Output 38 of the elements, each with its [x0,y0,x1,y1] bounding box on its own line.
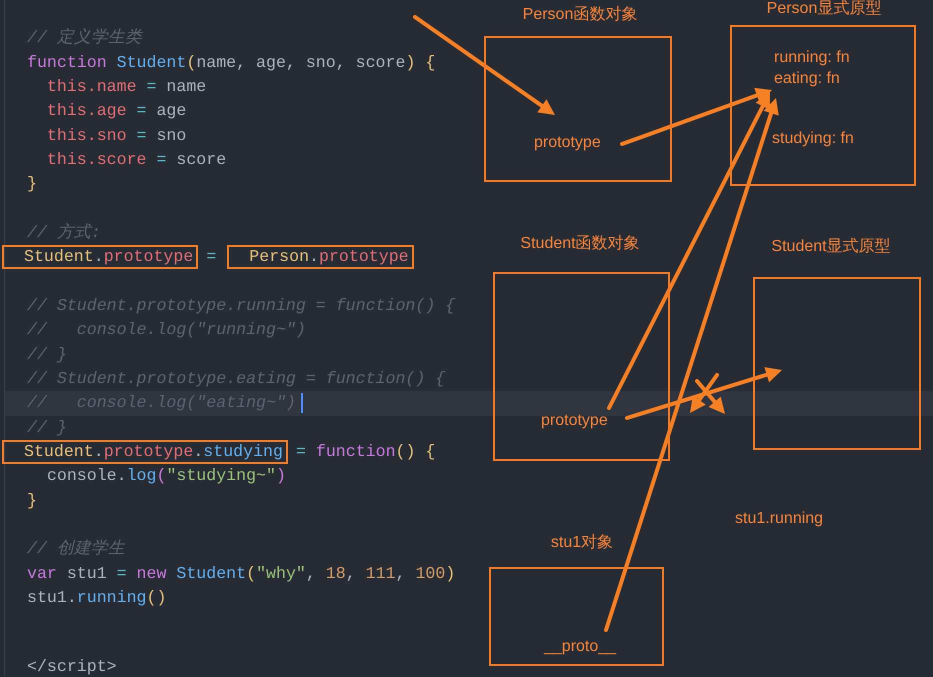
code-text: this.age = age [46,100,188,122]
highlight-box: Student.prototype.studying [2,440,288,464]
code-text: // Student.prototype.running = function() { [26,294,456,317]
code-text: // 定义学生类 [26,27,144,50]
field-text: running: fn [774,49,850,67]
code-text: this.score = score [46,148,228,171]
code-text: // Student.prototype.eating = function() { [26,368,446,390]
code-text: // console.log("running~") [26,319,307,342]
node-title: Person显式原型 [766,0,882,19]
crossed-arrows-drawing [690,373,725,414]
field-text: prototype [541,412,608,430]
highlight-box: Person.prototype [227,245,414,270]
annotation-text: stu1.running [735,510,824,528]
highlight-box: Student.prototype [2,245,198,270]
code-text: // } [26,344,68,366]
code-text: stu1.running() [26,587,168,610]
code-text: this.name = name [46,76,208,98]
field-text: studying: fn [772,130,854,148]
node-title: stu1对象 [550,532,614,553]
code-text: function Student(name, age, sno, score) { [26,52,436,74]
node-title: Student函数对象 [520,234,640,254]
code-text: </script> [26,656,118,677]
code-text: this.sno = sno [46,124,188,147]
code-text: } [26,490,38,512]
field-text: prototype [534,134,601,152]
field-text: eating: fn [774,70,840,88]
code-text: // 方式: [26,222,102,244]
code-text: // 创建学生 [26,538,126,560]
code-text: // } [26,416,68,439]
node-title: Student显式原型 [771,236,891,257]
text-cursor [300,393,303,414]
code-text: = function() { [294,441,436,464]
code-text: var stu1 = new Student("why", 18, 111, 100) [26,562,456,585]
field-text: __proto__ [544,638,616,656]
code-text: = [205,246,218,268]
code-text: } [26,173,38,196]
node-title: Person函数对象 [522,4,638,25]
code-text: console.log("studying~") [46,465,287,488]
